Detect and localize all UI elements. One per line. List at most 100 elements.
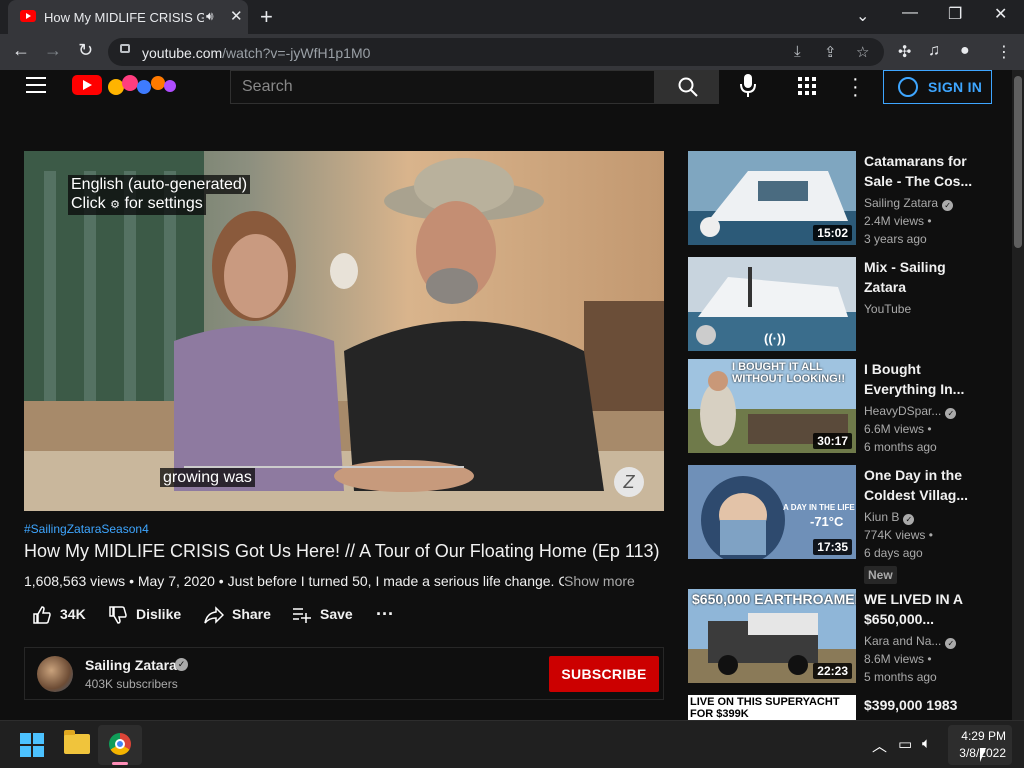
caption-settings-hint-line2: Click ⚙ for settings xyxy=(68,194,206,215)
youtube-favicon-icon xyxy=(20,10,36,22)
thumbnail-text-small: A DAY IN THE LIFE xyxy=(783,503,855,512)
recommendation-title[interactable]: Mix - Sailing Zatara xyxy=(864,257,976,297)
search-input[interactable]: Search xyxy=(230,70,655,104)
thumbnail-text: LIVE ON THIS SUPERYACHT FOR $399K xyxy=(690,696,840,720)
like-button[interactable]: 34K xyxy=(32,604,92,626)
recommendation-item[interactable]: LIVE ON THIS SUPERYACHT FOR $399K $399,0… xyxy=(688,695,988,720)
tab-close-icon[interactable]: ✕ xyxy=(230,7,243,25)
recommendation-age: 5 months ago xyxy=(864,670,937,684)
extensions-icon[interactable]: ✣ xyxy=(898,42,911,62)
search-button[interactable] xyxy=(655,70,719,104)
recommendation-title[interactable]: One Day in the Coldest Villag... xyxy=(864,465,976,505)
start-button[interactable] xyxy=(20,733,44,757)
recommendation-thumbnail[interactable]: A DAY IN THE LIFE -71°C 17:35 xyxy=(688,465,856,559)
subscriber-count: 403K subscribers xyxy=(85,677,178,691)
recommendation-channel[interactable]: Sailing Zatara ✓ xyxy=(864,196,954,211)
more-options-icon[interactable]: · · · xyxy=(852,69,859,105)
bookmark-star-icon[interactable]: ☆ xyxy=(856,43,869,61)
menu-icon[interactable] xyxy=(26,77,46,98)
search-placeholder: Search xyxy=(242,78,293,95)
verified-check-icon: ✓ xyxy=(945,408,957,419)
tab-audio-icon[interactable]: 🔊︎ xyxy=(206,9,214,24)
video-player[interactable]: English (auto-generated) Click ⚙ for set… xyxy=(24,151,664,511)
recommendation-channel[interactable]: YouTube xyxy=(864,302,911,316)
mix-live-icon: ((·)) xyxy=(764,331,786,346)
new-tab-button[interactable]: + xyxy=(260,4,273,30)
browser-tab[interactable]: How My MIDLIFE CRISIS Got 🔊︎ ✕ xyxy=(8,0,248,34)
reload-button[interactable]: ↻ xyxy=(78,40,93,61)
file-explorer-icon[interactable] xyxy=(64,730,90,754)
forward-button[interactable]: → xyxy=(44,40,62,61)
recommendation-item[interactable]: $650,000 EARTHROAMER 22:23 WE LIVED IN A… xyxy=(688,589,988,685)
recommendation-channel[interactable]: Kara and Na... ✓ xyxy=(864,634,957,649)
share-icon[interactable]: ⇪ xyxy=(824,43,837,61)
recommendation-channel[interactable]: HeavyDSpar... ✓ xyxy=(864,404,957,419)
recommendation-thumbnail[interactable]: I BOUGHT IT ALL WITHOUT LOOKING!! 30:17 xyxy=(688,359,856,453)
page-scrollbar[interactable] xyxy=(1012,70,1024,720)
chrome-menu-icon[interactable]: ⋮ xyxy=(996,42,1012,62)
search-icon xyxy=(678,77,698,97)
channel-info: Sailing Zatara ✓ 403K subscribers SUBSCR… xyxy=(24,647,664,700)
address-bar[interactable]: youtube.com/watch?v=-jyWfH1p1M0 ⤓ ⇪ ☆ xyxy=(108,38,884,66)
channel-watermark[interactable]: Z xyxy=(614,467,644,497)
recommendation-thumbnail[interactable]: $650,000 EARTHROAMER 22:23 xyxy=(688,589,856,683)
profile-icon[interactable]: ● xyxy=(960,42,970,60)
chrome-taskbar-button[interactable] xyxy=(98,725,142,765)
verified-check-icon: ✓ xyxy=(945,638,957,649)
tab-search-icon[interactable]: ⌄ xyxy=(856,6,869,26)
recommendation-views: 8.6M views • xyxy=(864,652,932,666)
channel-name[interactable]: Sailing Zatara xyxy=(85,657,177,673)
browser-toolbar: ← → ↻ youtube.com/watch?v=-jyWfH1p1M0 ⤓ … xyxy=(0,34,1024,70)
url-text[interactable]: youtube.com/watch?v=-jyWfH1p1M0 xyxy=(142,45,370,61)
sign-in-button[interactable]: SIGN IN xyxy=(883,70,992,104)
clock-time: 4:29 PM xyxy=(961,729,1006,743)
dislike-button[interactable]: Dislike xyxy=(108,604,188,626)
voice-search-icon[interactable] xyxy=(736,72,760,100)
minimize-button[interactable]: — xyxy=(902,4,918,22)
more-actions-icon[interactable]: ··· xyxy=(376,604,400,626)
mouse-cursor-icon xyxy=(980,748,986,762)
recommendation-title[interactable]: WE LIVED IN A $650,000... xyxy=(864,589,976,629)
apps-grid-icon[interactable] xyxy=(798,77,816,95)
youtube-masthead: Search · · · SIGN IN xyxy=(0,69,1012,118)
tab-title: How My MIDLIFE CRISIS Got xyxy=(44,10,204,25)
video-title: How My MIDLIFE CRISIS Got Us Here! // A … xyxy=(24,541,660,561)
new-badge: New xyxy=(864,566,897,584)
back-button[interactable]: ← xyxy=(12,40,30,61)
recommendation-views: 774K views • xyxy=(864,528,933,542)
show-more-link[interactable]: Show more xyxy=(564,573,635,589)
channel-avatar[interactable] xyxy=(37,656,73,692)
thumbnail-text: I BOUGHT IT ALL WITHOUT LOOKING!! xyxy=(732,361,846,385)
video-description-snippet[interactable]: 1,608,563 views • May 7, 2020 • Just bef… xyxy=(24,573,564,589)
install-app-icon[interactable]: ⤓ xyxy=(794,43,801,60)
volume-icon[interactable]: 🔈︎ xyxy=(922,735,931,752)
lock-icon[interactable] xyxy=(120,44,130,53)
recommendation-channel[interactable]: Kiun B ✓ xyxy=(864,510,915,525)
recommendation-thumbnail[interactable]: 15:02 xyxy=(688,151,856,245)
share-button[interactable]: Share xyxy=(204,604,274,626)
thumbs-up-icon xyxy=(33,606,51,624)
youtube-logo[interactable] xyxy=(72,75,102,95)
media-control-icon[interactable]: ♫ xyxy=(928,42,940,60)
close-window-button[interactable]: ✕ xyxy=(994,4,1007,24)
recommendation-views: 6.6M views • xyxy=(864,422,932,436)
recommendation-thumbnail[interactable]: LIVE ON THIS SUPERYACHT FOR $399K xyxy=(688,695,856,720)
show-hidden-icons-chevron-icon[interactable]: ︿ xyxy=(872,735,887,756)
recommendation-title[interactable]: I Bought Everything In... xyxy=(864,359,976,399)
recommendation-thumbnail[interactable]: ((·)) xyxy=(688,257,856,351)
recommendation-item[interactable]: 15:02 Catamarans for Sale - The Cos... S… xyxy=(688,151,988,247)
video-hashtag[interactable]: #SailingZataraSeason4 xyxy=(24,522,149,536)
recommendation-item[interactable]: A DAY IN THE LIFE -71°C 17:35 One Day in… xyxy=(688,465,988,585)
recommendation-title[interactable]: Catamarans for Sale - The Cos... xyxy=(864,151,976,191)
save-button[interactable]: Save xyxy=(292,604,356,626)
recommendation-title[interactable]: $399,000 1983 xyxy=(864,695,976,715)
subscribe-button[interactable]: SUBSCRIBE xyxy=(549,656,659,692)
scrollbar-thumb[interactable] xyxy=(1014,76,1022,248)
youtube-doodle-logo[interactable] xyxy=(104,72,178,98)
caption-settings-hint-line1: English (auto-generated) xyxy=(68,175,251,194)
recommendation-item[interactable]: I BOUGHT IT ALL WITHOUT LOOKING!! 30:17 … xyxy=(688,359,988,455)
network-icon[interactable]: ▭ xyxy=(898,735,912,753)
chrome-icon xyxy=(109,733,131,755)
restore-button[interactable]: ❐ xyxy=(948,4,962,24)
recommendation-item[interactable]: ((·)) Mix - Sailing Zatara YouTube xyxy=(688,257,988,353)
